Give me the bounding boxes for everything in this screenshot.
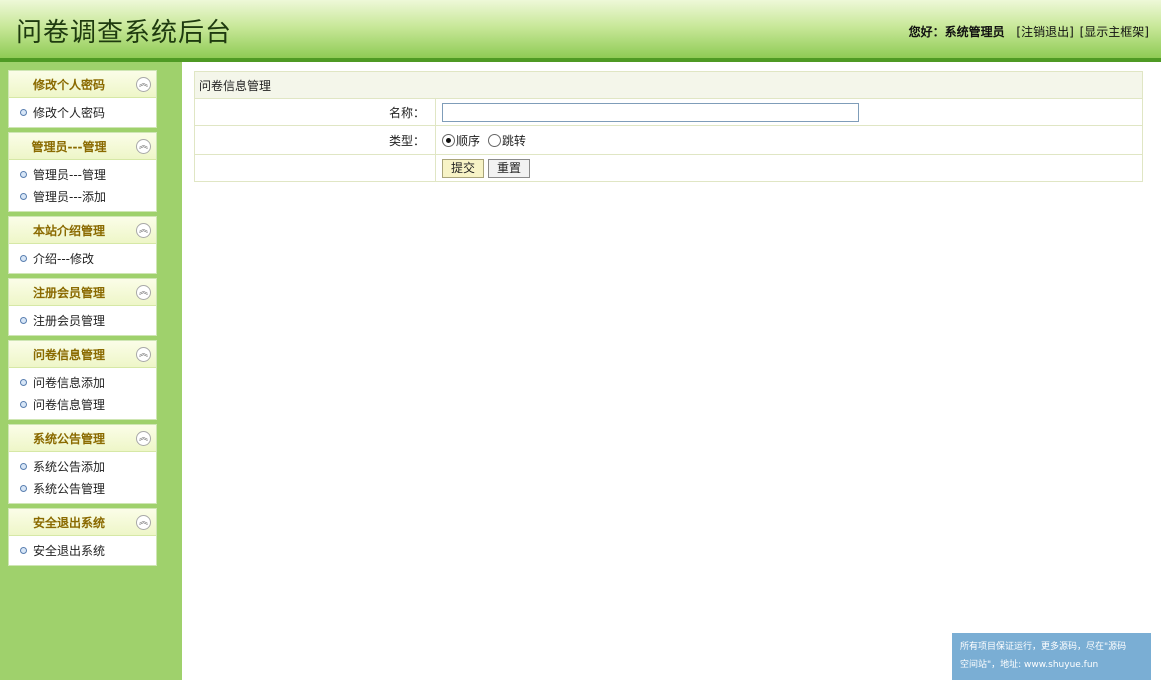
menu-group-logout: 安全退出系统 ︽ 安全退出系统 — [8, 508, 157, 566]
menu-group-title: 修改个人密码 — [32, 78, 105, 92]
survey-form: 问卷信息管理 名称： 类型： 顺序 跳转 提交 重置 — [194, 71, 1143, 182]
name-input[interactable] — [442, 102, 859, 122]
sidebar-item-label: 管理员---添加 — [33, 190, 106, 204]
user-bar: 您好：系统管理员 [注销退出] [显示主框架] — [909, 23, 1149, 40]
menu-group-change-password: 修改个人密码 ︽ 修改个人密码 — [8, 70, 157, 128]
type-option-label: 跳转 — [501, 133, 526, 148]
type-label: 类型： — [194, 125, 436, 155]
collapse-icon[interactable]: ︽ — [136, 431, 151, 446]
sidebar-item-label: 问卷信息添加 — [33, 376, 106, 390]
type-radio-sequential[interactable] — [442, 133, 455, 147]
sidebar-item-admin-add[interactable]: 管理员---添加 — [9, 186, 156, 208]
menu-group-site-intro: 本站介绍管理 ︽ 介绍---修改 — [8, 216, 157, 274]
collapse-icon[interactable]: ︽ — [136, 515, 151, 530]
sidebar-item-label: 修改个人密码 — [33, 106, 106, 120]
bullet-icon — [20, 463, 27, 470]
sidebar-item-label: 系统公告添加 — [33, 460, 106, 474]
sidebar-item-safe-logout[interactable]: 安全退出系统 — [9, 540, 156, 562]
bullet-icon — [20, 379, 27, 386]
submit-button[interactable]: 提交 — [442, 158, 485, 178]
user-greeting: 您好：系统管理员 — [908, 25, 1005, 39]
watermark-banner: 所有项目保证运行，更多源码，尽在"源码 空间站"，地址: www.shuyue.… — [952, 633, 1151, 680]
menu-group-header[interactable]: 本站介绍管理 ︽ — [9, 217, 156, 244]
sidebar-item-survey-add[interactable]: 问卷信息添加 — [9, 372, 156, 394]
sidebar-item-change-password[interactable]: 修改个人密码 — [9, 102, 156, 124]
collapse-icon[interactable]: ︽ — [136, 285, 151, 300]
menu-group-title: 注册会员管理 — [32, 286, 105, 300]
bullet-icon — [20, 401, 27, 408]
menu-group-header[interactable]: 管理员---管理 ︽ — [9, 133, 156, 160]
sidebar-item-intro-edit[interactable]: 介绍---修改 — [9, 248, 156, 270]
sidebar-item-notice-add[interactable]: 系统公告添加 — [9, 456, 156, 478]
main-content: 问卷信息管理 名称： 类型： 顺序 跳转 提交 重置 — [194, 71, 1143, 182]
menu-group-admin: 管理员---管理 ︽ 管理员---管理 管理员---添加 — [8, 132, 157, 212]
collapse-icon[interactable]: ︽ — [136, 347, 151, 362]
menu-group-title: 本站介绍管理 — [32, 224, 105, 238]
sidebar-item-label: 安全退出系统 — [33, 544, 106, 558]
menu-group-title: 问卷信息管理 — [32, 348, 105, 362]
sidebar-item-label: 介绍---修改 — [33, 252, 94, 266]
name-label: 名称： — [194, 98, 436, 126]
bullet-icon — [20, 109, 27, 116]
menu-group-header[interactable]: 问卷信息管理 ︽ — [9, 341, 156, 368]
sidebar-item-label: 注册会员管理 — [33, 314, 106, 328]
menu-group-header[interactable]: 系统公告管理 ︽ — [9, 425, 156, 452]
menu-group-notice: 系统公告管理 ︽ 系统公告添加 系统公告管理 — [8, 424, 157, 504]
collapse-icon[interactable]: ︽ — [136, 139, 151, 154]
type-option-label: 顺序 — [456, 133, 481, 148]
sidebar-item-label: 系统公告管理 — [33, 482, 106, 496]
menu-group-header[interactable]: 注册会员管理 ︽ — [9, 279, 156, 306]
sidebar-item-admin-manage[interactable]: 管理员---管理 — [9, 164, 156, 186]
bullet-icon — [20, 255, 27, 262]
collapse-icon[interactable]: ︽ — [136, 77, 151, 92]
sidebar-item-survey-manage[interactable]: 问卷信息管理 — [9, 394, 156, 416]
menu-group-members: 注册会员管理 ︽ 注册会员管理 — [8, 278, 157, 336]
watermark-line: 空间站"，地址: www.shuyue.fun — [960, 660, 1099, 670]
watermark-line: 所有项目保证运行，更多源码，尽在"源码 — [960, 642, 1127, 652]
form-heading: 问卷信息管理 — [194, 71, 1143, 99]
menu-group-title: 安全退出系统 — [32, 516, 105, 530]
menu-group-header[interactable]: 安全退出系统 ︽ — [9, 509, 156, 536]
bullet-icon — [20, 171, 27, 178]
show-main-frame-link[interactable]: [显示主框架] — [1080, 25, 1149, 39]
sidebar-item-label: 问卷信息管理 — [33, 398, 106, 412]
bullet-icon — [20, 193, 27, 200]
menu-group-title: 管理员---管理 — [31, 140, 107, 154]
menu-group-title: 系统公告管理 — [32, 432, 105, 446]
bullet-icon — [20, 317, 27, 324]
collapse-icon[interactable]: ︽ — [136, 223, 151, 238]
sidebar-item-notice-manage[interactable]: 系统公告管理 — [9, 478, 156, 500]
sidebar-item-members-manage[interactable]: 注册会员管理 — [9, 310, 156, 332]
bullet-icon — [20, 547, 27, 554]
app-title: 问卷调查系统后台 — [16, 18, 233, 48]
reset-button[interactable]: 重置 — [488, 158, 531, 178]
menu-group-header[interactable]: 修改个人密码 ︽ — [9, 71, 156, 98]
bullet-icon — [20, 485, 27, 492]
sidebar-item-label: 管理员---管理 — [33, 168, 106, 182]
menu-group-survey: 问卷信息管理 ︽ 问卷信息添加 问卷信息管理 — [8, 340, 157, 420]
app-header: 问卷调查系统后台 您好：系统管理员 [注销退出] [显示主框架] — [0, 0, 1161, 62]
sidebar: 修改个人密码 ︽ 修改个人密码 管理员---管理 ︽ 管理员---管理 管理员-… — [0, 62, 182, 680]
logout-link[interactable]: [注销退出] — [1016, 25, 1073, 39]
type-radio-jump[interactable] — [487, 133, 501, 147]
